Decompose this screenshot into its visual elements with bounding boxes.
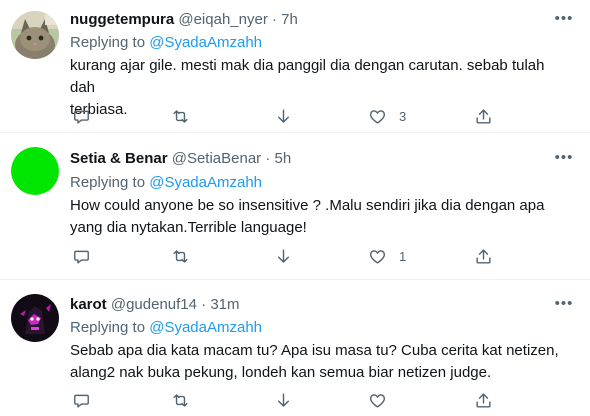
- reply-icon: [74, 394, 89, 408]
- user-handle[interactable]: @gudenuf14: [111, 296, 197, 313]
- tweet-header: Setia & Benar @SetiaBenar · 5h: [70, 149, 574, 169]
- share-icon: [476, 392, 491, 408]
- replying-label: Replying to: [70, 174, 146, 191]
- display-name[interactable]: Setia & Benar: [70, 150, 168, 167]
- more-horizontal-icon[interactable]: •••: [554, 10, 574, 30]
- tweet-text-line: How could anyone be so insensitive ? .Ma…: [70, 197, 545, 214]
- reply-feed: nuggetempura @eiqah_nyer · 7h ••• Replyi…: [0, 0, 590, 416]
- retweet-icon: [173, 249, 188, 263]
- tweet-header: nuggetempura @eiqah_nyer · 7h: [70, 10, 574, 30]
- download-button[interactable]: [274, 390, 293, 410]
- tweet-header: karot @gudenuf14 · 31m: [70, 295, 574, 315]
- retweet-icon: [173, 393, 188, 407]
- mention-link[interactable]: @SyadaAmzahh: [149, 174, 262, 191]
- tweet[interactable]: Setia & Benar @SetiaBenar · 5h ••• Reply…: [0, 133, 590, 280]
- heart-icon: [369, 393, 386, 408]
- reply-icon: [74, 110, 89, 124]
- mention-link[interactable]: @SyadaAmzahh: [149, 34, 262, 51]
- action-bar: 1: [70, 246, 574, 266]
- tweet-text-line: Sebab apa dia kata macam tu? Apa isu mas…: [70, 342, 559, 359]
- separator-dot: ·: [201, 296, 207, 313]
- share-button[interactable]: [474, 106, 493, 126]
- arrow-down-icon: [278, 108, 289, 123]
- display-name[interactable]: karot: [70, 296, 107, 313]
- tweet-text-line: yang dia nytakan.Terrible language!: [70, 219, 307, 236]
- reply-button[interactable]: [72, 246, 91, 266]
- share-icon: [476, 108, 491, 124]
- share-button[interactable]: [474, 246, 493, 266]
- download-button[interactable]: [274, 106, 293, 126]
- retweet-icon: [173, 109, 188, 123]
- timestamp[interactable]: 31m: [210, 296, 239, 313]
- tweet[interactable]: karot @gudenuf14 · 31m ••• Replying to @…: [0, 280, 590, 416]
- timestamp[interactable]: 5h: [275, 150, 292, 167]
- more-horizontal-icon[interactable]: •••: [554, 295, 574, 315]
- reply-button[interactable]: [72, 390, 91, 410]
- timestamp[interactable]: 7h: [281, 11, 298, 28]
- tweet-text-line: alang2 nak buka pekung, londeh kan semua…: [70, 364, 492, 381]
- display-name[interactable]: nuggetempura: [70, 11, 174, 28]
- retweet-button[interactable]: [171, 106, 190, 126]
- tweet-text-line: kurang ajar gile. mesti mak dia panggil …: [70, 57, 545, 96]
- separator-dot: ·: [265, 150, 271, 167]
- reply-button[interactable]: [72, 106, 91, 126]
- avatar[interactable]: [11, 294, 59, 342]
- like-button[interactable]: [368, 390, 399, 410]
- retweet-button[interactable]: [171, 246, 190, 266]
- mention-link[interactable]: @SyadaAmzahh: [149, 319, 262, 336]
- download-button[interactable]: [274, 246, 293, 266]
- separator-dot: ·: [271, 11, 277, 28]
- arrow-down-icon: [278, 392, 289, 407]
- arrow-down-icon: [278, 248, 289, 263]
- retweet-button[interactable]: [171, 390, 190, 410]
- like-count: 3: [399, 108, 407, 124]
- replying-to: Replying to @SyadaAmzahh: [70, 33, 262, 53]
- heart-icon: [369, 249, 386, 264]
- reply-icon: [74, 250, 89, 264]
- replying-label: Replying to: [70, 319, 146, 336]
- like-count: 1: [399, 248, 407, 264]
- share-button[interactable]: [474, 390, 493, 410]
- avatar[interactable]: [11, 147, 59, 195]
- avatar[interactable]: [11, 11, 59, 59]
- user-handle[interactable]: @eiqah_nyer: [178, 11, 267, 28]
- heart-icon: [369, 109, 386, 124]
- tweet[interactable]: nuggetempura @eiqah_nyer · 7h ••• Replyi…: [0, 0, 590, 133]
- replying-to: Replying to @SyadaAmzahh: [70, 318, 262, 338]
- user-handle[interactable]: @SetiaBenar: [172, 150, 261, 167]
- action-bar: 3: [70, 106, 574, 126]
- replying-label: Replying to: [70, 34, 146, 51]
- like-button[interactable]: 1: [368, 246, 406, 266]
- replying-to: Replying to @SyadaAmzahh: [70, 173, 262, 193]
- tweet-text: Sebab apa dia kata macam tu? Apa isu mas…: [70, 340, 566, 384]
- tweet-text: How could anyone be so insensitive ? .Ma…: [70, 195, 566, 239]
- share-icon: [476, 248, 491, 264]
- action-bar: [70, 390, 574, 410]
- like-button[interactable]: 3: [368, 106, 406, 126]
- more-horizontal-icon[interactable]: •••: [554, 149, 574, 169]
